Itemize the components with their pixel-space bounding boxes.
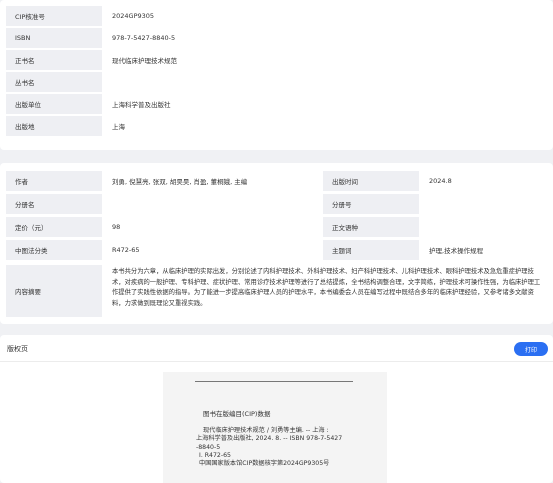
label-cip: CIP核准号 <box>6 6 102 26</box>
label-author: 作者 <box>6 171 102 191</box>
value-clc: R472-65 <box>112 245 140 254</box>
info-row-title: 正书名 现代临床护理技术规范 <box>6 50 542 70</box>
detail-row-part: 分册名 分册号 <box>6 194 545 214</box>
cip-preview: 图书在版编目(CIP)数据 现代临床护理技术规范 / 刘勇等主编. -- 上海 … <box>163 372 387 483</box>
cip-body: 现代临床护理技术规范 / 刘勇等主编. -- 上海 : 上海科学普及出版社, 2… <box>196 427 371 468</box>
label-subject: 主题词 <box>323 240 419 260</box>
cip-line-2: 上海科学普及出版社, 2024. 8. -- ISBN 978-7-5427 <box>196 435 343 443</box>
cip-rule <box>195 381 353 382</box>
value-publisher: 上海科学普及出版社 <box>112 100 171 109</box>
label-clc: 中图法分类 <box>6 240 102 260</box>
value-abstract: 本书共分为六章，从临床护理的实际出发，分别论述了内科护理技术、外科护理技术、妇产… <box>112 268 541 307</box>
label-lang: 正文语种 <box>323 217 419 237</box>
value-cip: 2024GP9305 <box>112 11 155 20</box>
cip-title: 图书在版编目(CIP)数据 <box>203 410 271 418</box>
value-pubtime: 2024.8 <box>429 176 452 185</box>
label-partno: 分册号 <box>323 194 419 214</box>
info-row-publisher: 出版单位 上海科学普及出版社 <box>6 94 542 114</box>
value-series <box>102 72 542 92</box>
detail-row-clc: 中图法分类 R472-65 主题词 护理,技术操作规程 <box>6 240 545 260</box>
print-button[interactable]: 打印 <box>514 342 548 356</box>
label-place: 出版地 <box>6 116 102 136</box>
info-row-cip: CIP核准号 2024GP9305 <box>6 6 542 26</box>
cip-line-4: Ⅰ. R472-65 <box>199 451 231 459</box>
value-part <box>102 194 323 214</box>
cip-line-3: -8840-5 <box>196 443 221 451</box>
info-row-series: 丛书名 <box>6 72 542 92</box>
label-title: 正书名 <box>6 50 102 70</box>
detail-row-abstract: 内容摘要 本书共分为六章，从临床护理的实际出发，分别论述了内科护理技术、外科护理… <box>6 265 545 317</box>
info-row-isbn: ISBN 978-7-5427-8840-5 <box>6 28 542 48</box>
info-row-place: 出版地 上海 <box>6 116 542 136</box>
value-isbn: 978-7-5427-8840-5 <box>112 33 176 42</box>
label-price: 定价（元） <box>6 217 102 237</box>
value-author: 刘勇, 倪慧亮, 张双, 胡昊昊, 肖盈, 董桐娥, 主编 <box>112 177 248 186</box>
label-pubtime: 出版时间 <box>323 171 419 191</box>
label-series: 丛书名 <box>6 72 102 92</box>
label-isbn: ISBN <box>6 28 102 48</box>
divider <box>0 361 553 362</box>
label-publisher: 出版单位 <box>6 94 102 114</box>
value-partno <box>419 194 545 214</box>
detail-row-price: 定价（元） 98 正文语种 <box>6 217 545 237</box>
copyright-title: 版权页 <box>7 345 28 353</box>
value-lang <box>419 217 545 237</box>
label-part: 分册名 <box>6 194 102 214</box>
value-place: 上海 <box>112 122 125 131</box>
value-subject: 护理,技术操作规程 <box>429 246 484 255</box>
value-price: 98 <box>112 222 121 231</box>
detail-row-author: 作者 刘勇, 倪慧亮, 张双, 胡昊昊, 肖盈, 董桐娥, 主编 出版时间 20… <box>6 171 545 191</box>
label-abstract: 内容摘要 <box>6 265 102 317</box>
basic-info-card: CIP核准号 2024GP9305 ISBN 978-7-5427-8840-5… <box>0 0 553 150</box>
value-title: 现代临床护理技术规范 <box>112 56 177 65</box>
cip-line-5: 中国国家版本馆CIP数据核字第2024GP9305号 <box>199 460 330 468</box>
